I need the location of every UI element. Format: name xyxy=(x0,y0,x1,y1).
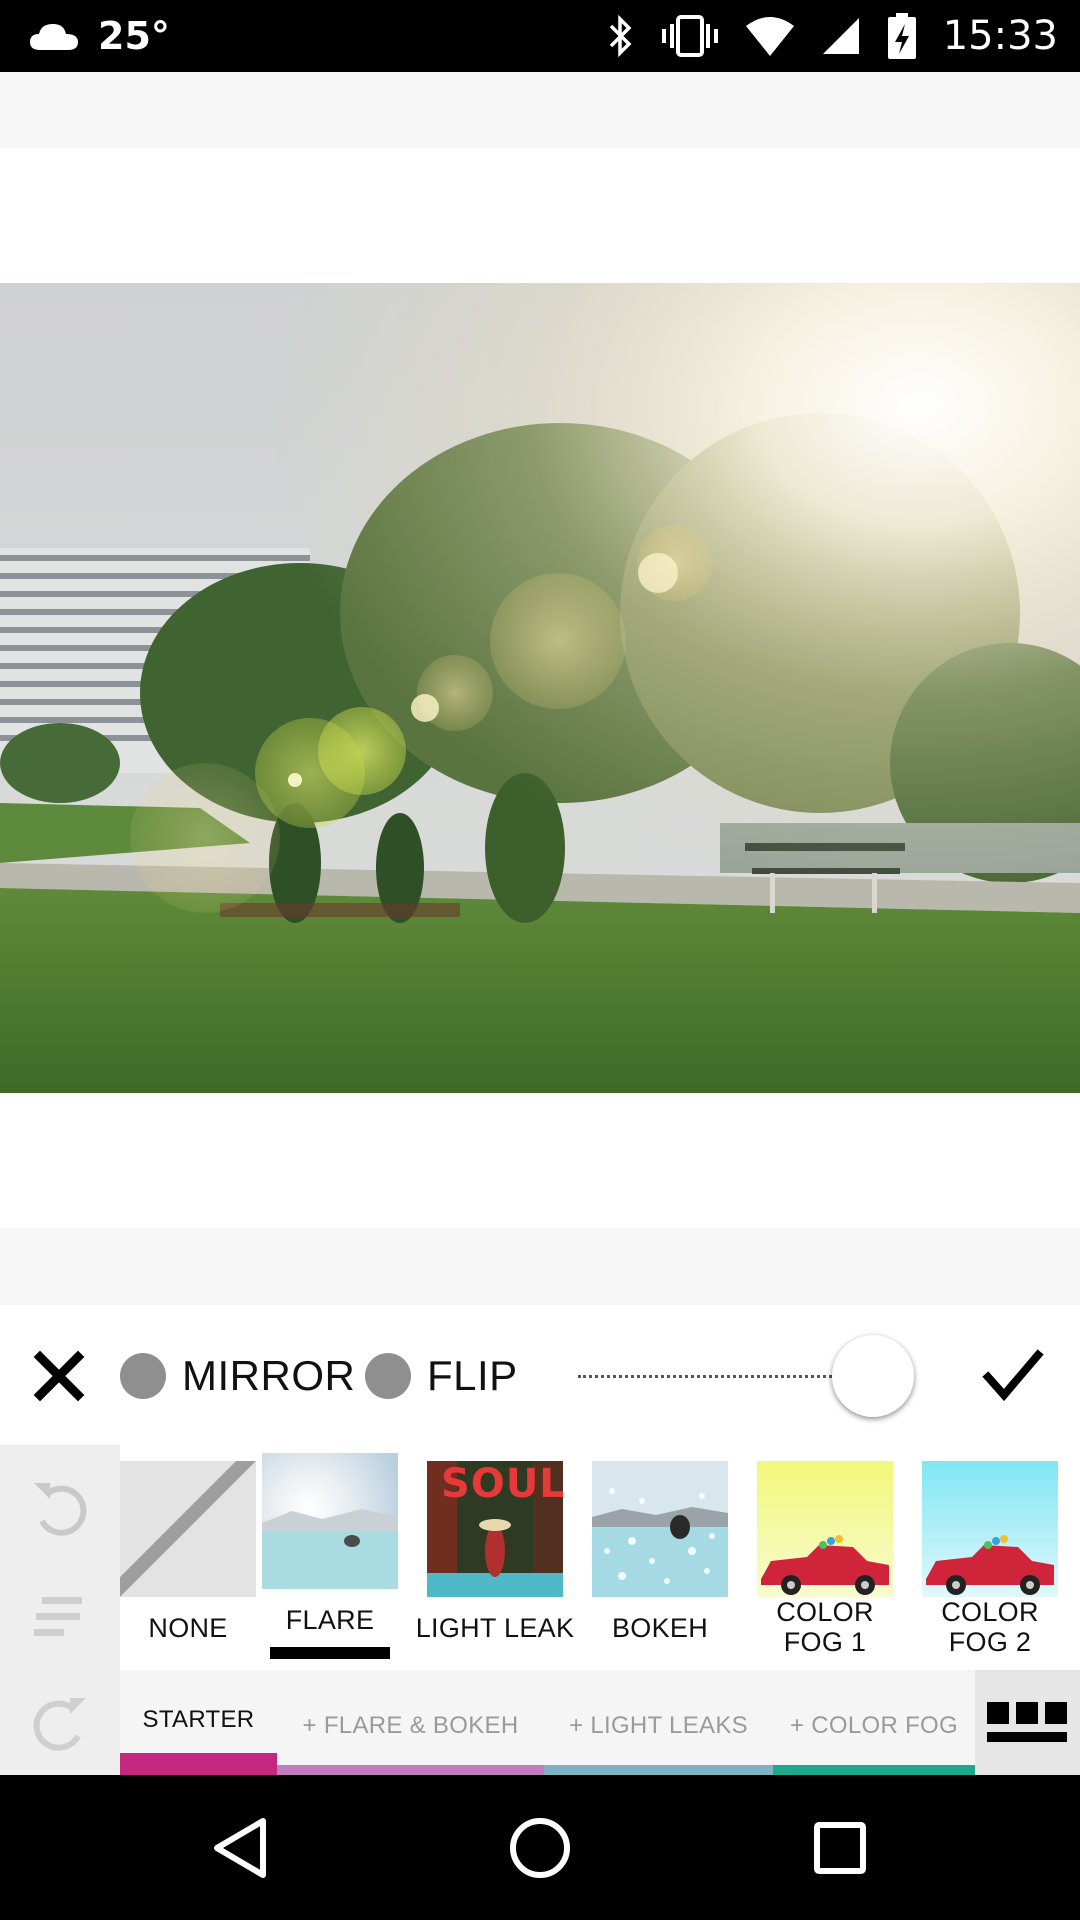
adjust-button[interactable] xyxy=(28,1585,92,1649)
tab-starter[interactable]: STARTER xyxy=(120,1670,277,1775)
tab-label: + FLARE & BOKEH xyxy=(302,1712,519,1739)
undo-button[interactable] xyxy=(28,1475,92,1539)
redo-icon xyxy=(33,1698,86,1751)
undo-icon xyxy=(34,1483,87,1536)
tab-color-fog[interactable]: + COLOR FOG xyxy=(773,1670,975,1775)
photo-preview[interactable] xyxy=(0,283,1080,1093)
slider-track[interactable] xyxy=(578,1375,868,1378)
temperature: 25° xyxy=(98,14,170,58)
filter-thumb-color-fog-1 xyxy=(757,1461,893,1597)
selected-indicator xyxy=(270,1647,390,1659)
top-spacer-band xyxy=(0,72,1080,148)
filter-strip: NONE FLARE SOUL LIGHT LEAK BOKEH COLOR F… xyxy=(120,1445,1080,1670)
bluetooth-icon xyxy=(609,14,632,58)
recents-icon xyxy=(814,1822,866,1874)
filter-label: COLOR FOG 2 xyxy=(941,1597,1039,1657)
mirror-radio[interactable] xyxy=(120,1353,166,1399)
grid-view-button[interactable] xyxy=(975,1670,1080,1775)
close-button[interactable] xyxy=(30,1347,88,1405)
wifi-icon xyxy=(745,17,794,56)
filter-thumb-flare xyxy=(262,1453,398,1589)
filter-color-fog-1[interactable]: COLOR FOG 1 xyxy=(757,1445,897,1670)
back-icon xyxy=(214,1818,266,1878)
category-tabs: STARTER + FLARE & BOKEH + LIGHT LEAKS + … xyxy=(120,1670,975,1775)
tab-label: STARTER xyxy=(142,1706,255,1733)
side-tools xyxy=(0,1445,120,1775)
tab-color-bar xyxy=(120,1753,277,1775)
flip-toggle[interactable]: FLIP xyxy=(365,1347,518,1405)
filter-flare[interactable]: FLARE xyxy=(262,1445,402,1670)
redo-button[interactable] xyxy=(28,1690,92,1754)
tab-label: + LIGHT LEAKS xyxy=(569,1712,748,1739)
signal-icon xyxy=(822,18,859,54)
battery-charging-icon xyxy=(887,13,916,59)
filter-thumb-color-fog-2 xyxy=(922,1461,1058,1597)
intensity-slider[interactable] xyxy=(578,1333,918,1419)
tab-light-leaks[interactable]: + LIGHT LEAKS xyxy=(544,1670,773,1775)
grid-view-icon xyxy=(987,1702,1067,1742)
flip-radio[interactable] xyxy=(365,1353,411,1399)
close-icon xyxy=(33,1350,85,1402)
status-bar: 25° 15:33 xyxy=(0,0,1080,72)
slider-handle[interactable] xyxy=(832,1335,914,1417)
clock: 15:33 xyxy=(942,13,1058,59)
cloud-icon xyxy=(30,24,78,50)
home-button[interactable] xyxy=(505,1813,575,1883)
filter-none[interactable]: NONE xyxy=(120,1445,260,1670)
filter-color-fog-2[interactable]: COLOR FOG 2 xyxy=(922,1445,1062,1670)
recents-button[interactable] xyxy=(805,1813,875,1883)
vibrate-icon xyxy=(661,15,718,57)
filter-thumb-light-leak: SOUL xyxy=(427,1461,563,1597)
tab-label: + COLOR FOG xyxy=(790,1712,958,1739)
confirm-button[interactable] xyxy=(982,1347,1044,1405)
tab-flare-bokeh[interactable]: + FLARE & BOKEH xyxy=(277,1670,544,1775)
tab-color-bar xyxy=(277,1765,544,1775)
mirror-toggle[interactable]: MIRROR xyxy=(120,1347,355,1405)
editor-controls: MIRROR FLIP xyxy=(0,1305,1080,1445)
mirror-label: MIRROR xyxy=(182,1352,356,1399)
tab-color-bar xyxy=(773,1765,975,1775)
back-button[interactable] xyxy=(205,1813,275,1883)
filter-thumb-bokeh xyxy=(592,1461,728,1597)
filter-bokeh[interactable]: BOKEH xyxy=(592,1445,732,1670)
bottom-spacer-band xyxy=(0,1228,1080,1305)
tab-color-bar xyxy=(544,1765,773,1775)
checkmark-icon xyxy=(982,1349,1044,1402)
adjust-icon xyxy=(34,1597,82,1636)
filter-light-leak[interactable]: SOUL LIGHT LEAK xyxy=(416,1445,574,1670)
navigation-bar xyxy=(0,1775,1080,1920)
home-icon xyxy=(510,1818,570,1878)
filter-thumb-none xyxy=(120,1461,256,1597)
thumb-text: SOUL xyxy=(441,1461,563,1507)
flip-label: FLIP xyxy=(427,1352,518,1399)
